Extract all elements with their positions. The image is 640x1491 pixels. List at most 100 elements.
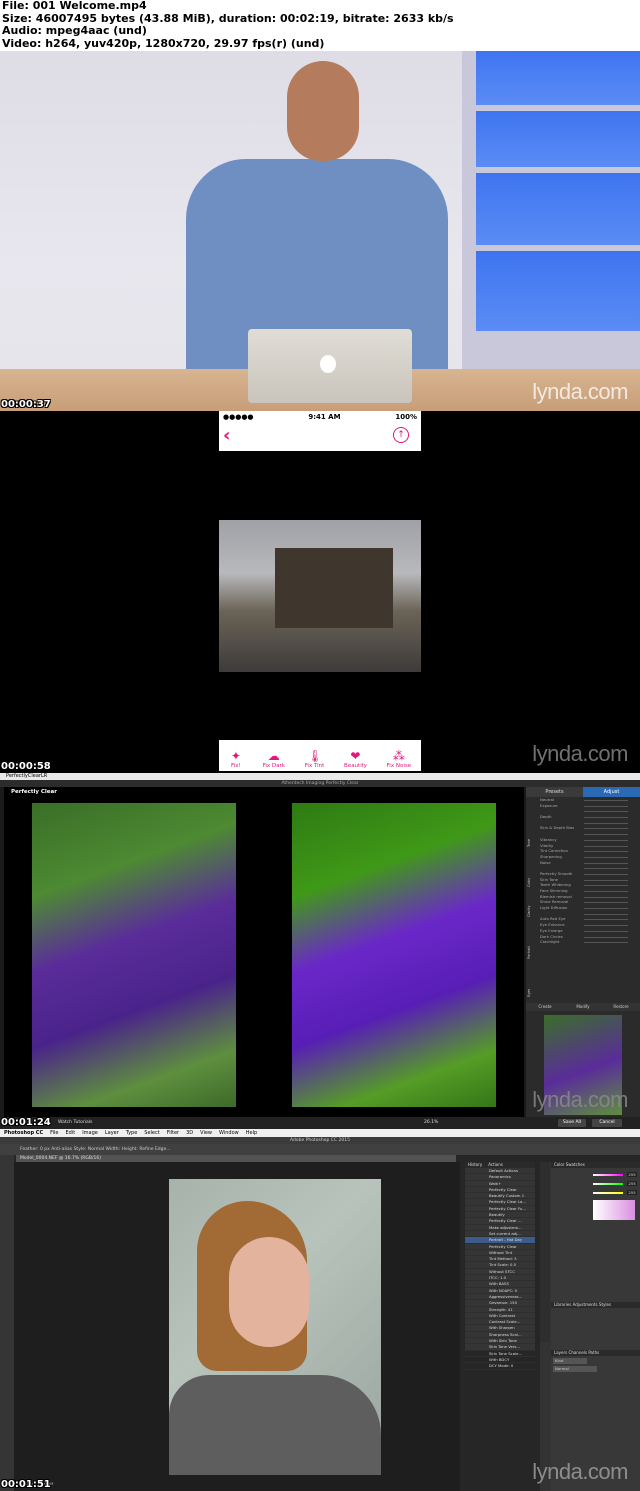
tools-panel[interactable]	[0, 1155, 14, 1491]
fix-dark-label: Fix Dark	[262, 763, 285, 769]
fix-noise-button[interactable]: ⁂ Fix Noise	[387, 749, 412, 769]
menu-item[interactable]: View	[200, 1129, 212, 1137]
layer-kind-filter[interactable]: Kind	[553, 1358, 587, 1364]
tab-styles[interactable]: Styles	[599, 1302, 611, 1307]
carrier-signal: ●●●●●	[223, 413, 254, 421]
color-spectrum[interactable]	[593, 1200, 635, 1220]
portrait-photo	[169, 1179, 381, 1475]
tab-restore[interactable]: Restore	[602, 1003, 640, 1011]
lynda-watermark: lynda.com	[532, 1459, 628, 1484]
fix-dark-button[interactable]: ☁ Fix Dark	[263, 749, 285, 769]
menu-app-name[interactable]: PerfectlyClearLR	[6, 773, 47, 779]
color-panel-tabs: Color Swatches	[551, 1162, 640, 1168]
video-frame-1: lynda.com 00:00:37	[0, 51, 640, 411]
menu-item[interactable]: Help	[246, 1129, 257, 1137]
fix-button[interactable]: ✦ Fix!	[229, 749, 243, 769]
mode-tabs: Create Modify Restore	[526, 1003, 640, 1011]
backdrop-panel	[476, 51, 640, 105]
tab-presets[interactable]: Presets	[526, 787, 583, 797]
green-slider[interactable]	[593, 1183, 623, 1185]
chevron-left-icon[interactable]: ‹	[223, 425, 230, 446]
blue-backdrop	[462, 51, 640, 381]
tab-modify[interactable]: Modify	[564, 1003, 602, 1011]
noise-dots-icon: ⁂	[392, 749, 405, 763]
lynda-watermark: lynda.com	[532, 379, 628, 404]
video-info: Video: h264, yuv420p, 1280x720, 29.97 fp…	[2, 36, 325, 50]
magic-wand-icon: ✦	[230, 749, 241, 763]
menu-item[interactable]: Image	[82, 1129, 98, 1137]
color-panel: Color Swatches 255 255 255	[551, 1162, 640, 1302]
watch-tutorials-link[interactable]: Watch Tutorials	[58, 1117, 92, 1129]
menu-item[interactable]: File	[50, 1129, 58, 1137]
collapsed-panel-icons[interactable]	[540, 1162, 550, 1342]
status-bar: ●●●●● 9:41 AM 100%	[219, 413, 421, 421]
tab-paths[interactable]: Paths	[588, 1350, 599, 1355]
menu-item[interactable]: Select	[144, 1129, 159, 1137]
cathedral-photo	[219, 520, 421, 672]
document-tab[interactable]: Model_0004.NEF @ 16.7% (RGB/16)	[16, 1155, 456, 1162]
blue-slider[interactable]	[593, 1192, 623, 1194]
slider-list: Neutral Exposure Depth Skin & Depth Bias Vib…	[526, 797, 640, 945]
section-label-tone: Tone	[527, 838, 531, 847]
menu-item[interactable]: Edit	[66, 1129, 76, 1137]
tab-adjust[interactable]: Adjust	[583, 787, 640, 797]
menu-item[interactable]: Layer	[105, 1129, 119, 1137]
fix-toolbar: ✦ Fix! ☁ Fix Dark 🌡 Fix Tint ❤ Beautify ⁂ Fix…	[219, 740, 421, 771]
upload-icon[interactable]: ↑	[393, 427, 409, 443]
action-item[interactable]: DCY Mode: 0	[465, 1363, 535, 1370]
blue-value[interactable]: 255	[627, 1190, 637, 1195]
menu-item[interactable]: Filter	[167, 1129, 179, 1137]
fix-tint-button[interactable]: 🌡 Fix Tint	[305, 749, 325, 769]
status-time: 9:41 AM	[308, 413, 341, 421]
actions-panel: History Actions Default Actions Panoramic…	[465, 1162, 535, 1370]
adjust-panel: Presets Adjust Neutral Exposure Depth Skin …	[526, 787, 640, 1117]
menu-item[interactable]: Type	[126, 1129, 137, 1137]
video-frame-4: Photoshop CC File Edit Image Layer Type Select…	[0, 1129, 640, 1491]
tab-libraries[interactable]: Libraries	[554, 1302, 571, 1307]
tab-layers[interactable]: Layers	[554, 1350, 567, 1355]
after-image	[292, 803, 496, 1107]
timestamp: 00:00:37	[1, 399, 51, 410]
tab-color[interactable]: Color	[554, 1162, 564, 1167]
red-value[interactable]: 255	[627, 1172, 637, 1177]
video-info-header: File: 001 Welcome.mp4 Size: 46007495 byt…	[0, 0, 640, 51]
libraries-panel-tabs: Libraries Adjustments Styles	[551, 1302, 640, 1308]
presenter-head	[287, 61, 359, 161]
menu-item[interactable]: Photoshop CC	[4, 1129, 43, 1137]
blend-mode-select[interactable]: Normal	[553, 1366, 597, 1372]
slider-row[interactable]: Catchlight	[526, 939, 640, 945]
tab-create[interactable]: Create	[526, 1003, 564, 1011]
tab-history[interactable]: History	[468, 1162, 482, 1168]
fix-noise-label: Fix Noise	[386, 763, 412, 769]
save-all-button[interactable]: Save All	[558, 1119, 586, 1127]
lynda-watermark: lynda.com	[532, 741, 628, 766]
cloud-icon: ☁	[267, 749, 280, 763]
fix-label: Fix!	[230, 763, 241, 769]
tab-channels[interactable]: Channels	[569, 1350, 588, 1355]
timestamp: 00:01:24	[1, 1117, 51, 1128]
section-label-clarity: Clarity	[527, 905, 531, 917]
mac-menu-bar: Photoshop CC File Edit Image Layer Type Select…	[0, 1129, 640, 1137]
preview-area: Perfectly Clear	[4, 787, 524, 1117]
tab-adjustments[interactable]: Adjustments	[573, 1302, 598, 1307]
mac-menu-bar: PerfectlyClearLR	[0, 773, 640, 780]
face-shape	[229, 1237, 309, 1347]
beautify-button[interactable]: ❤ Beautify	[344, 749, 367, 769]
canvas[interactable]	[14, 1162, 460, 1491]
menu-item[interactable]: 3D	[186, 1129, 193, 1137]
file-name: File: 001 Welcome.mp4	[2, 0, 147, 12]
cancel-button[interactable]: Cancel	[592, 1119, 622, 1127]
fix-tint-label: Fix Tint	[304, 763, 325, 769]
red-slider[interactable]	[593, 1174, 623, 1176]
panel-tabs: Presets Adjust	[526, 787, 640, 797]
before-image	[32, 803, 236, 1107]
green-value[interactable]: 255	[627, 1181, 637, 1186]
timestamp: 00:01:51	[1, 1479, 51, 1490]
heart-icon: ❤	[350, 749, 361, 763]
menu-item[interactable]: Window	[219, 1129, 239, 1137]
backdrop-panel	[476, 173, 640, 245]
section-label-eyes: Eyes	[527, 988, 531, 997]
options-bar[interactable]: Feather: 0 px Anti-alias Style: Normal W…	[0, 1144, 640, 1155]
cathedral-shape	[275, 548, 393, 628]
tab-swatches[interactable]: Swatches	[566, 1162, 585, 1167]
